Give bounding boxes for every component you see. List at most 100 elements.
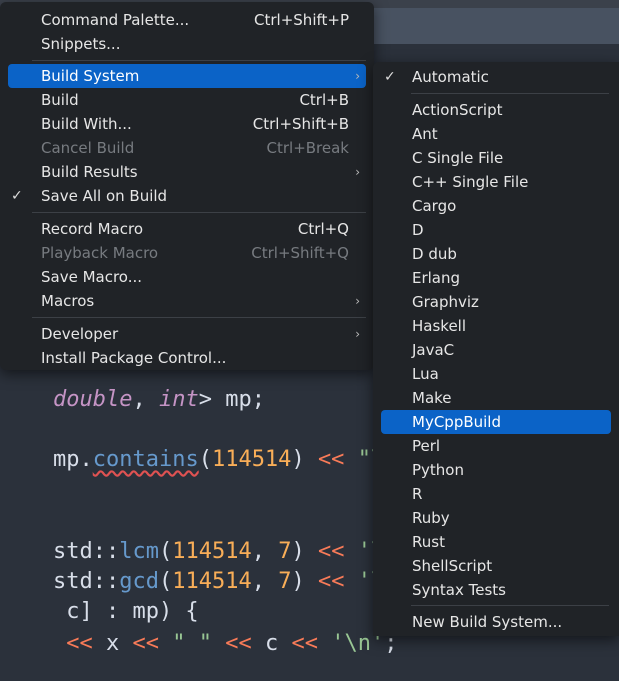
code-line-2: mp.contains(114514) << "\n xyxy=(0,422,397,497)
build-system-mycppbuild[interactable]: MyCppBuild xyxy=(381,410,611,434)
menu-item-label: Perl xyxy=(412,437,441,455)
menu-item-label: D dub xyxy=(412,245,457,263)
menu-item-label: Cargo xyxy=(412,197,457,215)
chevron-right-icon: › xyxy=(355,69,360,83)
build-system-r[interactable]: R xyxy=(381,482,611,506)
menu-item-save-macro[interactable]: Save Macro... xyxy=(8,265,366,289)
build-system-graphviz[interactable]: Graphviz xyxy=(381,290,611,314)
menu-item-developer[interactable]: Developer › xyxy=(8,322,366,346)
menu-item-shortcut: Ctrl+Shift+Q xyxy=(251,244,349,262)
build-system-d[interactable]: D xyxy=(381,218,611,242)
menu-item-label: Developer xyxy=(41,325,119,343)
build-system-shellscript[interactable]: ShellScript xyxy=(381,554,611,578)
check-icon: ✓ xyxy=(384,69,396,85)
build-system-c-single-file[interactable]: C Single File xyxy=(381,146,611,170)
build-system-python[interactable]: Python xyxy=(381,458,611,482)
menu-item-label: Macros xyxy=(41,292,95,310)
build-system-actionscript[interactable]: ActionScript xyxy=(381,98,611,122)
code-token: > mp; xyxy=(198,387,265,412)
code-line-6: << x << " " << c << '\n'; xyxy=(0,606,397,681)
menu-item-cancel-build: Cancel Build Ctrl+Break xyxy=(8,136,366,160)
menu-item-shortcut: Ctrl+Shift+P xyxy=(254,11,349,29)
build-system-ant[interactable]: Ant xyxy=(381,122,611,146)
menu-item-build-with[interactable]: Build With... Ctrl+Shift+B xyxy=(8,112,366,136)
build-system-syntax-tests[interactable]: Syntax Tests xyxy=(381,578,611,602)
menu-item-playback-macro: Playback Macro Ctrl+Shift+Q xyxy=(8,241,366,265)
code-token: , xyxy=(251,569,279,594)
menu-separator xyxy=(32,60,366,61)
build-system-make[interactable]: Make xyxy=(381,386,611,410)
menu-item-shortcut: Ctrl+Shift+B xyxy=(252,115,349,133)
build-system-submenu: ✓ Automatic ActionScript Ant C Single Fi… xyxy=(373,62,619,636)
menu-item-command-palette[interactable]: Command Palette... Ctrl+Shift+P xyxy=(8,8,366,32)
menu-item-shortcut: Ctrl+B xyxy=(299,91,349,109)
menu-item-build-results[interactable]: Build Results › xyxy=(8,160,366,184)
menu-item-shortcut: Ctrl+Break xyxy=(266,139,350,157)
menu-item-label: Cancel Build xyxy=(41,139,135,157)
chevron-right-icon: › xyxy=(355,327,360,341)
menu-item-label: New Build System... xyxy=(412,613,563,631)
menu-item-shortcut: Ctrl+Q xyxy=(297,220,349,238)
code-token: << xyxy=(317,569,345,594)
code-token: c xyxy=(251,631,292,656)
build-system-cargo[interactable]: Cargo xyxy=(381,194,611,218)
menu-item-label: ActionScript xyxy=(412,101,503,119)
build-system-lua[interactable]: Lua xyxy=(381,362,611,386)
code-token: << xyxy=(66,631,93,656)
menu-item-label: D xyxy=(412,221,424,239)
new-build-system[interactable]: New Build System... xyxy=(381,610,611,634)
menu-item-label: Build xyxy=(41,91,79,109)
menu-separator xyxy=(32,317,366,318)
build-system-cpp-single-file[interactable]: C++ Single File xyxy=(381,170,611,194)
menu-item-label: Ant xyxy=(412,125,438,143)
build-system-javac[interactable]: JavaC xyxy=(381,338,611,362)
menu-item-label: Erlang xyxy=(412,269,461,287)
menu-item-label: Build With... xyxy=(41,115,132,133)
menu-item-install-package-control[interactable]: Install Package Control... xyxy=(8,346,366,370)
code-token: , xyxy=(132,387,159,412)
menu-item-label: Haskell xyxy=(412,317,467,335)
menu-item-label: MyCppBuild xyxy=(412,413,501,431)
build-system-haskell[interactable]: Haskell xyxy=(381,314,611,338)
menu-item-label: Install Package Control... xyxy=(41,349,227,367)
menu-item-save-all-on-build[interactable]: ✓ Save All on Build xyxy=(8,184,366,208)
menu-item-label: Record Macro xyxy=(41,220,143,238)
build-system-ruby[interactable]: Ruby xyxy=(381,506,611,530)
menu-item-label: Build System xyxy=(41,67,140,85)
menu-item-record-macro[interactable]: Record Macro Ctrl+Q xyxy=(8,217,366,241)
menu-item-build-system[interactable]: Build System › xyxy=(8,64,366,88)
menu-item-macros[interactable]: Macros › xyxy=(8,289,366,313)
build-system-automatic[interactable]: ✓ Automatic xyxy=(381,65,611,89)
menu-item-label: Save Macro... xyxy=(41,268,143,286)
menu-separator xyxy=(411,605,609,606)
menu-item-label: Ruby xyxy=(412,509,450,527)
menu-item-label: Make xyxy=(412,389,452,407)
menu-item-label: Build Results xyxy=(41,163,138,181)
build-system-perl[interactable]: Perl xyxy=(381,434,611,458)
menu-item-label: C Single File xyxy=(412,149,504,167)
code-token: ( xyxy=(198,447,212,472)
menu-item-label: Python xyxy=(412,461,464,479)
menu-item-build[interactable]: Build Ctrl+B xyxy=(8,88,366,112)
code-token: ) xyxy=(291,447,318,472)
menu-item-label: Command Palette... xyxy=(41,11,190,29)
build-system-erlang[interactable]: Erlang xyxy=(381,266,611,290)
code-token: << xyxy=(225,631,252,656)
chevron-right-icon: › xyxy=(355,165,360,179)
code-token: mp. xyxy=(52,447,93,472)
code-token-error: contains xyxy=(92,447,199,472)
menu-separator xyxy=(32,212,366,213)
check-icon: ✓ xyxy=(11,188,23,204)
menu-item-label: Rust xyxy=(412,533,445,551)
menu-item-label: Save All on Build xyxy=(41,187,168,205)
build-system-rust[interactable]: Rust xyxy=(381,530,611,554)
build-system-d-dub[interactable]: D dub xyxy=(381,242,611,266)
menu-item-label: Graphviz xyxy=(412,293,479,311)
menu-item-snippets[interactable]: Snippets... xyxy=(8,32,366,56)
